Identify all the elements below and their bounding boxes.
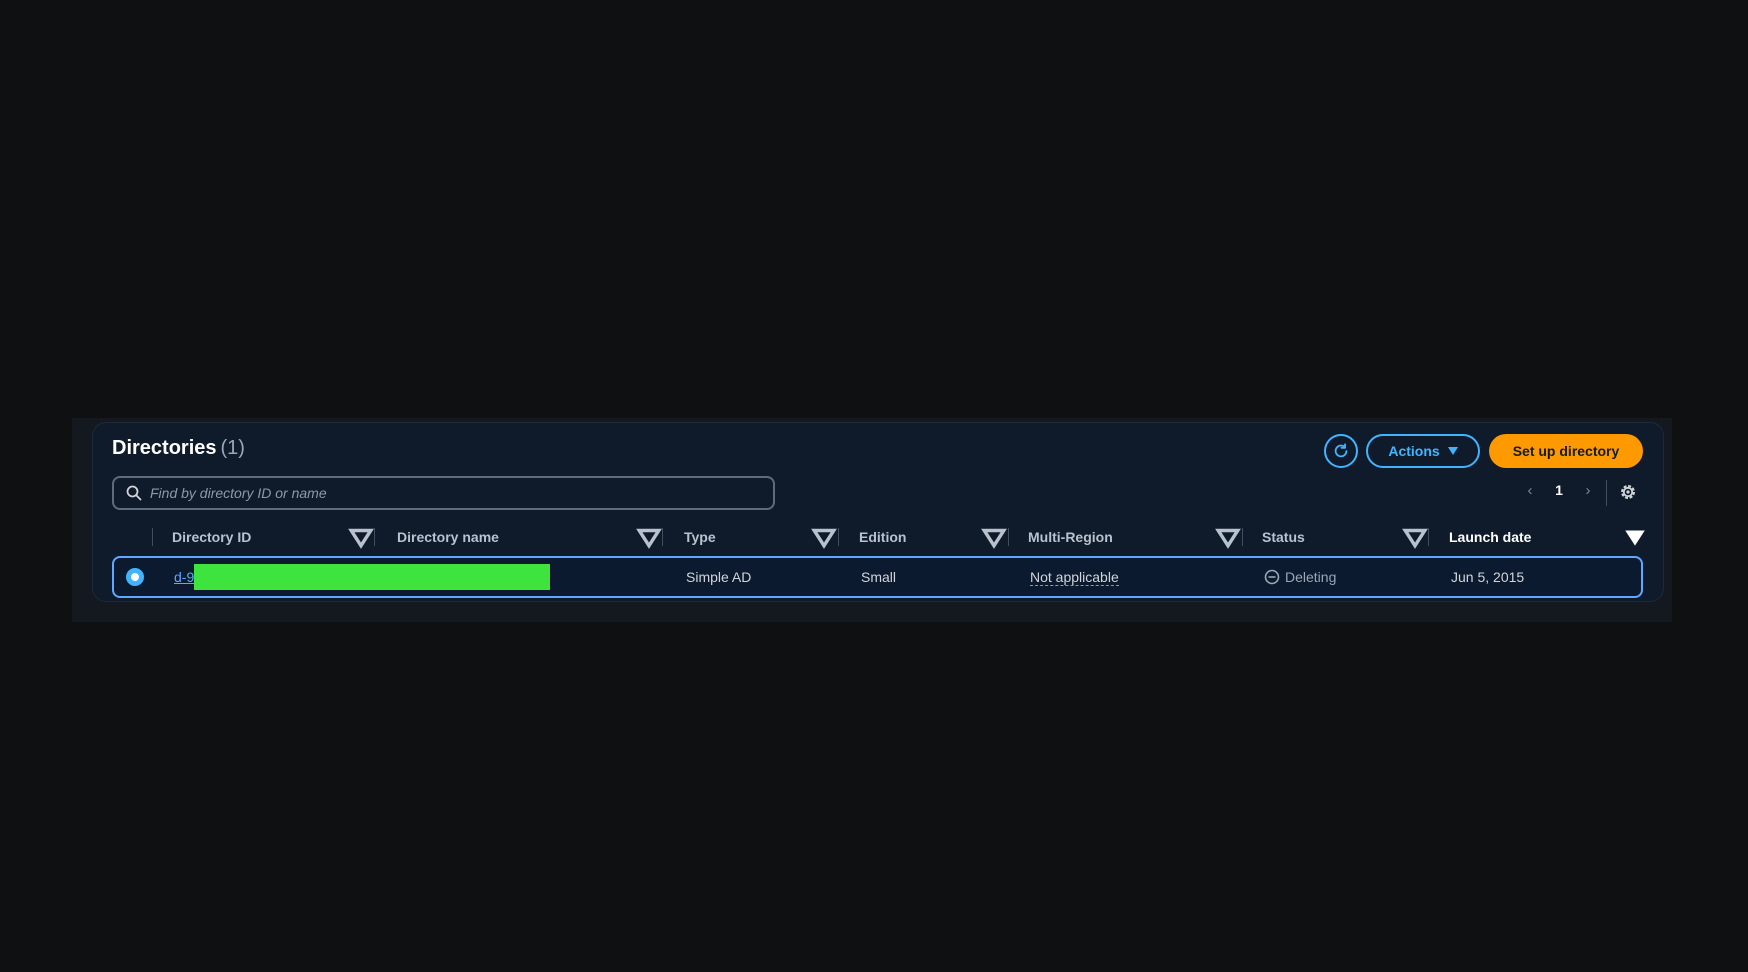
column-header-type[interactable]: Type [684, 524, 716, 550]
column-divider [152, 528, 153, 546]
sort-icon[interactable] [1402, 524, 1428, 550]
gear-icon [1621, 485, 1635, 499]
status-cell: Deleting [1264, 558, 1336, 596]
column-divider [374, 528, 375, 546]
column-label: Multi-Region [1028, 529, 1113, 545]
column-header-launch-date[interactable]: Launch date [1449, 524, 1531, 550]
sort-icon[interactable] [1215, 524, 1241, 550]
refresh-button[interactable] [1324, 434, 1358, 468]
caret-down-icon [1447, 447, 1458, 455]
table-header: Directory ID Directory name Type Edition… [112, 524, 1645, 550]
sort-descending-icon[interactable] [1622, 524, 1648, 550]
table-row[interactable]: d-9 Simple AD Small Not applicable Delet… [112, 556, 1643, 598]
page-title: Directories (1) [112, 437, 245, 460]
redaction-block [194, 564, 550, 590]
column-header-edition[interactable]: Edition [859, 524, 906, 550]
column-divider [838, 528, 839, 546]
search-icon [126, 485, 142, 501]
column-divider [1242, 528, 1243, 546]
directory-count: (1) [220, 437, 245, 459]
sort-icon[interactable] [348, 524, 374, 550]
previous-page-button[interactable]: ‹ [1522, 482, 1538, 499]
multi-region-value: Not applicable [1030, 568, 1119, 586]
column-header-directory-id[interactable]: Directory ID [172, 524, 251, 550]
column-label: Directory name [397, 529, 499, 545]
directory-id-link[interactable]: d-9 [174, 569, 194, 585]
column-divider [1428, 528, 1429, 546]
column-header-directory-name[interactable]: Directory name [397, 524, 499, 550]
type-cell: Simple AD [686, 569, 752, 585]
preferences-button[interactable] [1618, 482, 1638, 502]
panel-title: Directories [112, 437, 217, 459]
edition-cell: Small [861, 569, 897, 585]
pager-divider [1606, 480, 1607, 506]
directory-id-cell[interactable]: d-9 [174, 558, 194, 596]
next-page-button[interactable]: › [1580, 482, 1596, 499]
column-header-status[interactable]: Status [1262, 524, 1305, 550]
column-label: Launch date [1449, 529, 1532, 545]
refresh-icon [1334, 443, 1348, 458]
status-text: Deleting [1285, 569, 1337, 585]
row-select-radio[interactable] [126, 568, 144, 586]
multi-region-cell: Not applicable [1030, 558, 1119, 596]
page-number-button[interactable]: 1 [1551, 482, 1567, 498]
sort-icon[interactable] [981, 524, 1007, 550]
search-input[interactable] [150, 478, 773, 508]
column-label: Directory ID [172, 529, 252, 545]
set-up-directory-button[interactable]: Set up directory [1489, 434, 1643, 468]
search-box [112, 476, 775, 510]
status-minus-circle-icon [1264, 569, 1280, 585]
column-label: Type [684, 529, 716, 545]
column-label: Status [1262, 529, 1305, 545]
actions-button[interactable]: Actions [1366, 434, 1480, 468]
sort-icon[interactable] [811, 524, 837, 550]
column-label: Edition [859, 529, 907, 545]
sort-icon[interactable] [636, 524, 662, 550]
column-divider [662, 528, 663, 546]
column-divider [1008, 528, 1009, 546]
launch-date-cell: Jun 5, 2015 [1451, 569, 1525, 585]
column-header-multi-region[interactable]: Multi-Region [1028, 524, 1113, 550]
actions-label: Actions [1388, 443, 1440, 459]
